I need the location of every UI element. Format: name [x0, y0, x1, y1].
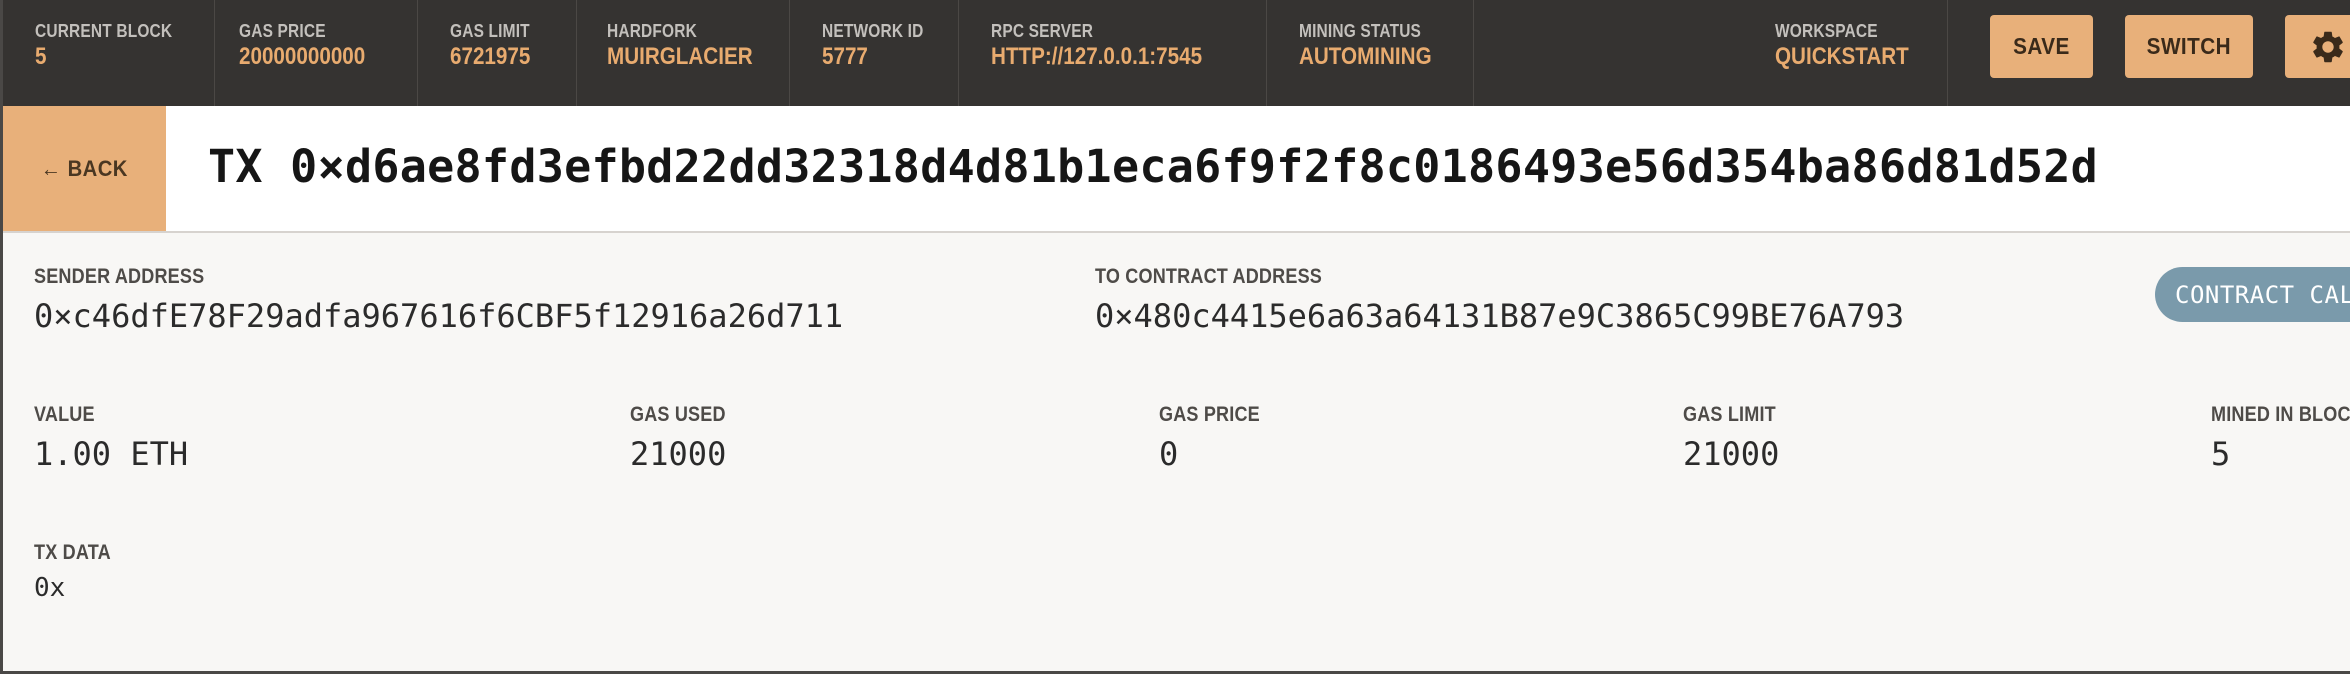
gas-used-value: 21000: [630, 435, 727, 473]
stat-label: CURRENT BLOCK: [35, 21, 173, 41]
stat-gas-limit: GAS LIMIT 6721975: [418, 0, 577, 106]
value-value: 1.00 ETH: [34, 435, 189, 473]
stat-value: AUTOMINING: [1299, 43, 1432, 70]
save-button[interactable]: SAVE: [1990, 15, 2093, 78]
settings-button[interactable]: [2285, 15, 2350, 78]
tx-hash-title: TX 0×d6ae8fd3efbd22dd32318d4d81b1eca6f9f…: [208, 140, 2099, 193]
status-bar: CURRENT BLOCK 5 GAS PRICE 20000000000 GA…: [3, 0, 2350, 106]
stat-network-id: NETWORK ID 5777: [790, 0, 959, 106]
gas-price-label: GAS PRICE: [1159, 403, 1260, 426]
stat-label: GAS LIMIT: [450, 21, 530, 41]
tx-data-field: TX DATA 0x: [34, 541, 123, 603]
gas-used-label: GAS USED: [630, 403, 726, 426]
tx-data-label: TX DATA: [34, 541, 111, 564]
gas-price-value: 0: [1159, 435, 1179, 473]
mined-in-block-field: MINED IN BLOCK 5: [2211, 403, 2350, 473]
mined-in-block-label: MINED IN BLOCK: [2211, 403, 2350, 426]
stat-label: MINING STATUS: [1299, 21, 1422, 41]
stat-current-block: CURRENT BLOCK 5: [3, 0, 215, 106]
value-field: VALUE 1.00 ETH: [34, 403, 188, 473]
stat-gas-price: GAS PRICE 20000000000: [215, 0, 418, 106]
to-contract-address-label: TO CONTRACT ADDRESS: [1095, 265, 1323, 288]
gas-price-field: GAS PRICE 0: [1159, 403, 1276, 473]
stat-value: HTTP://127.0.0.1:7545: [991, 43, 1203, 70]
gas-used-field: GAS USED 21000: [630, 403, 741, 473]
stat-value: 5: [35, 43, 47, 70]
stat-workspace: WORKSPACE QUICKSTART: [1743, 0, 1948, 106]
save-button-label: SAVE: [2013, 33, 2070, 59]
back-button-label: ← BACK: [40, 155, 129, 181]
stat-label: HARDFORK: [607, 21, 697, 41]
sender-address-label: SENDER ADDRESS: [34, 265, 205, 288]
stat-label: NETWORK ID: [822, 21, 924, 41]
stat-value: 6721975: [450, 43, 531, 70]
ganache-app: CURRENT BLOCK 5 GAS PRICE 20000000000 GA…: [0, 0, 2350, 674]
mined-in-block-value: 5: [2211, 435, 2231, 473]
back-button[interactable]: ← BACK: [3, 106, 166, 231]
contract-call-badge: CONTRACT CALL: [2155, 267, 2350, 322]
stat-hardfork: HARDFORK MUIRGLACIER: [577, 0, 790, 106]
stat-label: WORKSPACE: [1775, 21, 1878, 41]
to-contract-address-value: 0×480c4415e6a63a64131B87e9C3865C99BE76A7…: [1095, 297, 1905, 335]
sender-address-value: 0×c46dfE78F29adfa967616f6CBF5f12916a26d7…: [34, 297, 844, 335]
stat-mining-status: MINING STATUS AUTOMINING: [1267, 0, 1474, 106]
stat-label: GAS PRICE: [239, 21, 326, 41]
value-label: VALUE: [34, 403, 95, 426]
gear-icon: [2313, 31, 2343, 63]
switch-button[interactable]: SWITCH: [2125, 15, 2253, 78]
to-contract-address-field: TO CONTRACT ADDRESS 0×480c4415e6a63a6413…: [1095, 265, 1904, 335]
stat-value: 5777: [822, 43, 868, 70]
gas-limit-value: 21000: [1683, 435, 1780, 473]
tx-data-value: 0x: [34, 573, 66, 603]
stat-value: MUIRGLACIER: [607, 43, 753, 70]
stat-rpc-server: RPC SERVER HTTP://127.0.0.1:7545: [959, 0, 1267, 106]
stat-value: 20000000000: [239, 43, 366, 70]
switch-button-label: SWITCH: [2146, 33, 2232, 59]
gas-limit-field: GAS LIMIT 21000: [1683, 403, 1791, 473]
sender-address-field: SENDER ADDRESS 0×c46dfE78F29adfa967616f6…: [34, 265, 843, 335]
stat-value: QUICKSTART: [1775, 43, 1909, 70]
gas-limit-label: GAS LIMIT: [1683, 403, 1776, 426]
stat-label: RPC SERVER: [991, 21, 1094, 41]
tx-header: ← BACK TX 0×d6ae8fd3efbd22dd32318d4d81b1…: [3, 106, 2350, 233]
